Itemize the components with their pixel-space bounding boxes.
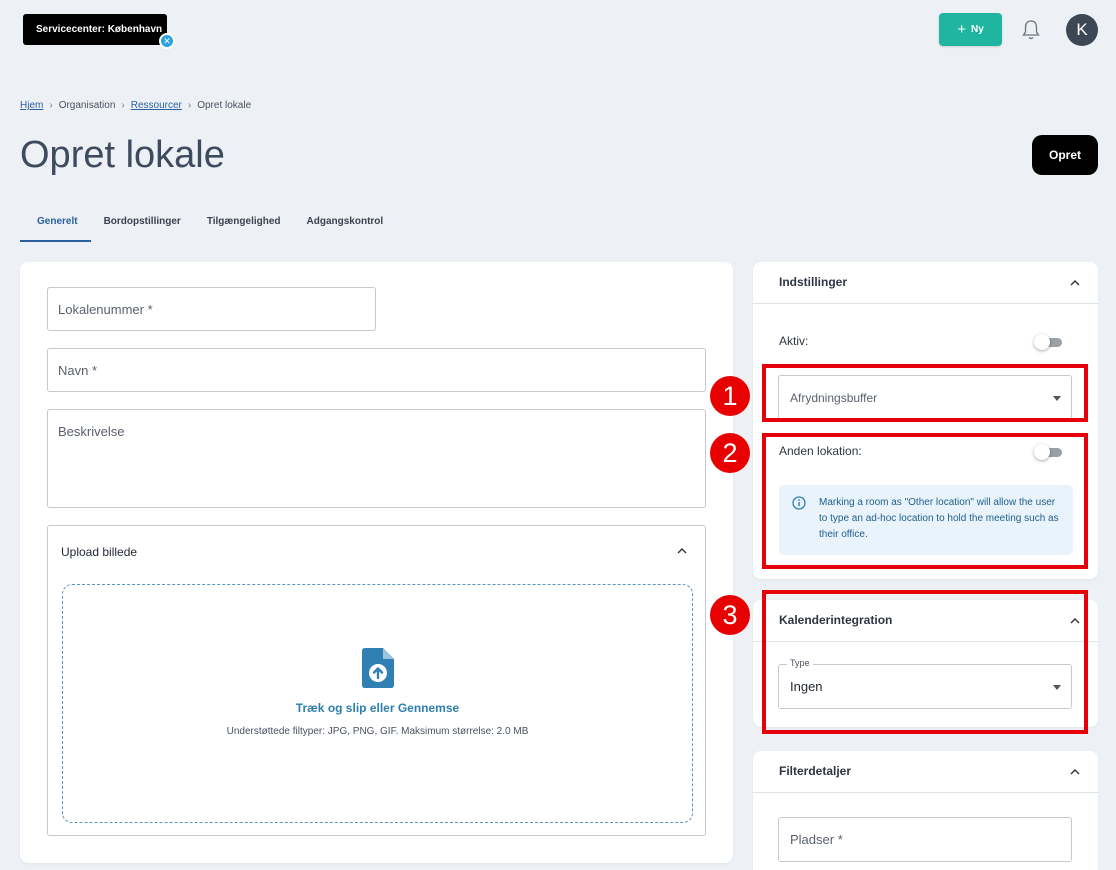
annotation-box-3 — [762, 590, 1088, 734]
avatar[interactable]: K — [1066, 14, 1098, 46]
breadcrumb-current: Opret lokale — [197, 100, 252, 111]
aktiv-toggle[interactable] — [1034, 334, 1062, 350]
chevron-up-icon[interactable] — [676, 546, 688, 556]
new-button[interactable]: + Ny — [939, 13, 1002, 46]
drop-text[interactable]: Træk og slip eller Gennemse — [63, 701, 692, 715]
tab-generelt[interactable]: Generelt — [20, 206, 91, 242]
annotation-box-2 — [762, 433, 1088, 569]
annotation-marker-3: 3 — [710, 595, 750, 635]
close-icon[interactable]: ✕ — [159, 33, 175, 49]
navn-input[interactable]: Navn * — [47, 348, 706, 392]
breadcrumb-organisation: Organisation — [58, 100, 116, 111]
tab-bar: Generelt Bordopstillinger Tilgængelighed… — [20, 206, 396, 242]
lokalenummer-placeholder: Lokalenummer * — [58, 301, 153, 317]
supported-filetypes-text: Understøttede filtyper: JPG, PNG, GIF. M… — [226, 726, 529, 737]
breadcrumb-ressourcer[interactable]: Ressourcer — [131, 100, 182, 111]
filter-header[interactable]: Filterdetaljer — [753, 751, 1098, 793]
new-button-label: Ny — [970, 24, 984, 35]
tab-tilgaengelighed[interactable]: Tilgængelighed — [194, 206, 294, 242]
chevron-up-icon[interactable] — [1069, 278, 1081, 288]
annotation-box-1 — [762, 364, 1088, 422]
indstillinger-header[interactable]: Indstillinger — [753, 262, 1098, 304]
tab-adgangskontrol[interactable]: Adgangskontrol — [294, 206, 397, 242]
chevron-up-icon[interactable] — [1069, 767, 1081, 777]
tab-bordopstillinger[interactable]: Bordopstillinger — [91, 206, 194, 242]
aktiv-label: Aktiv: — [779, 334, 809, 348]
annotation-marker-1: 1 — [710, 376, 750, 416]
navn-placeholder: Navn * — [58, 362, 98, 378]
chevron-right-icon: › — [121, 100, 125, 111]
bell-icon[interactable] — [1021, 19, 1041, 41]
indstillinger-title: Indstillinger — [779, 275, 848, 289]
filter-title: Filterdetaljer — [779, 764, 852, 778]
breadcrumb-home[interactable]: Hjem — [20, 100, 43, 111]
upload-title: Upload billede — [61, 545, 138, 559]
file-upload-icon — [362, 648, 394, 688]
page-title: Opret lokale — [20, 134, 225, 176]
dropzone[interactable]: Træk og slip eller Gennemse Understøtted… — [62, 584, 693, 823]
chevron-right-icon: › — [187, 100, 192, 111]
pladser-input[interactable]: Pladser * — [778, 817, 1072, 862]
upload-image-section: Upload billede Træk og slip eller Gennem… — [47, 525, 706, 836]
create-button[interactable]: Opret — [1032, 135, 1098, 175]
breadcrumb: Hjem › Organisation › Ressourcer › Opret… — [20, 100, 251, 111]
site-badge[interactable]: Servicecenter: København ✕ — [23, 14, 175, 49]
plus-icon: + — [957, 21, 966, 38]
beskrivelse-textarea[interactable]: Beskrivelse — [47, 409, 706, 508]
pladser-placeholder: Pladser * — [790, 832, 843, 847]
beskrivelse-placeholder: Beskrivelse — [58, 424, 125, 439]
lokalenummer-input[interactable]: Lokalenummer * — [47, 287, 376, 331]
filterdetaljer-card: Filterdetaljer Pladser * — [753, 751, 1098, 870]
site-badge-label: Servicecenter: København — [36, 24, 163, 35]
chevron-right-icon: › — [49, 100, 53, 111]
annotation-marker-2: 2 — [710, 433, 750, 473]
